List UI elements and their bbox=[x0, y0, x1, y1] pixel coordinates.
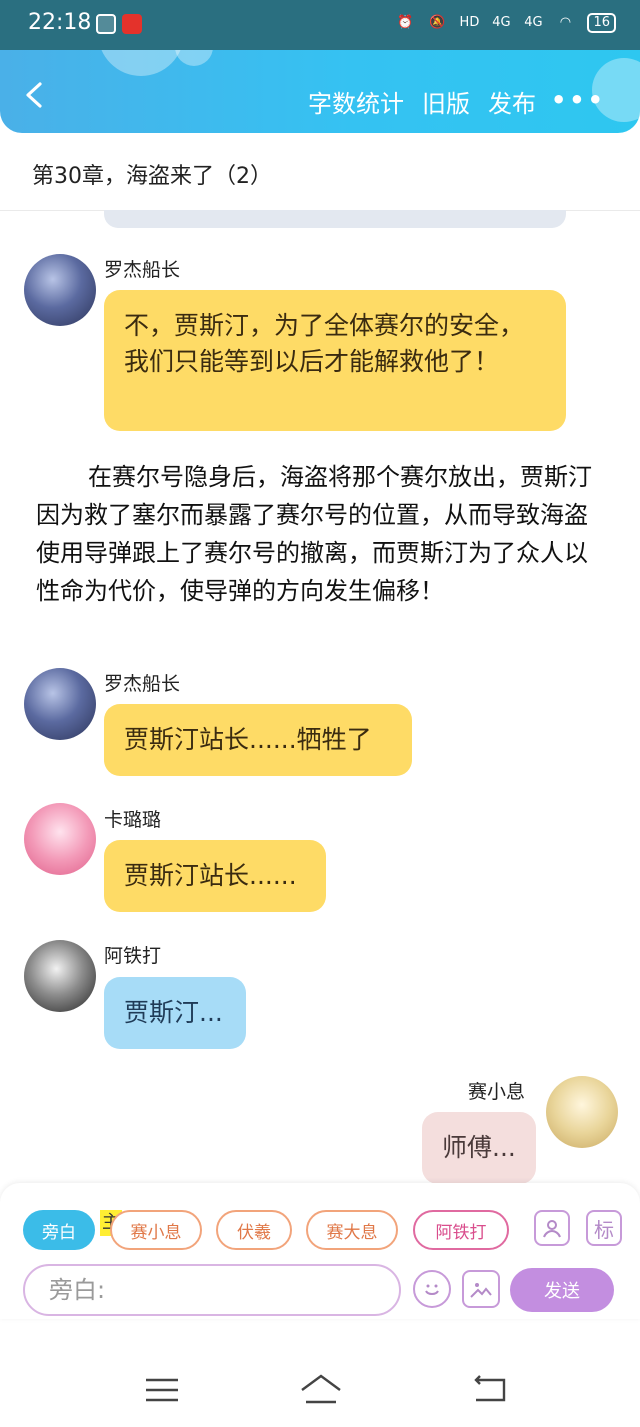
status-bar: 22:18 ⏰ 🔕 HD 4G 4G ◠ 16 bbox=[0, 0, 640, 50]
tag-button[interactable]: 标 bbox=[586, 1210, 622, 1246]
app-icon bbox=[96, 14, 116, 34]
speaker-name: 卡璐璐 bbox=[104, 809, 162, 831]
signal-label: 4G bbox=[492, 15, 511, 30]
smile-icon bbox=[425, 1284, 439, 1295]
role-chip[interactable]: 赛小息 bbox=[110, 1210, 202, 1250]
role-chip-narration[interactable]: 旁白 bbox=[23, 1210, 95, 1250]
mute-icon: 🔕 bbox=[429, 15, 446, 30]
person-icon bbox=[543, 1220, 561, 1238]
narration-text[interactable]: 在赛尔号隐身后，海盗将那个赛尔放出，贾斯汀因为救了塞尔而暴露了赛尔号的位置，从而… bbox=[36, 458, 606, 610]
avatar[interactable] bbox=[24, 940, 96, 1012]
contacts-icon[interactable] bbox=[534, 1210, 570, 1246]
battery-indicator: 16 bbox=[587, 13, 616, 33]
send-button[interactable]: 发送 bbox=[510, 1268, 614, 1312]
more-icon[interactable]: ••• bbox=[551, 86, 606, 114]
home-icon[interactable] bbox=[298, 1372, 344, 1408]
message-bubble[interactable]: 不，贾斯汀，为了全体赛尔的安全，我们只能等到以后才能解救他了！ bbox=[104, 290, 566, 431]
publish-button[interactable]: 发布 bbox=[488, 84, 536, 119]
avatar[interactable] bbox=[24, 668, 96, 740]
picture-icon bbox=[470, 1283, 492, 1298]
old-version-button[interactable]: 旧版 bbox=[422, 84, 470, 119]
previous-bubble-edge bbox=[104, 210, 566, 228]
status-time: 22:18 bbox=[28, 10, 92, 35]
speaker-name: 罗杰船长 bbox=[104, 259, 181, 281]
avatar[interactable] bbox=[24, 254, 96, 326]
wifi-icon: ◠ bbox=[559, 15, 572, 30]
hd-label: HD bbox=[459, 15, 480, 30]
message-bubble[interactable]: 师傅... bbox=[422, 1112, 536, 1184]
signal-label: 4G bbox=[524, 15, 543, 30]
app-icon bbox=[122, 14, 142, 34]
role-chip[interactable]: 赛大息 bbox=[306, 1210, 398, 1250]
speaker-name: 赛小息 bbox=[468, 1081, 526, 1103]
avatar[interactable] bbox=[546, 1076, 618, 1148]
avatar[interactable] bbox=[24, 803, 96, 875]
back-nav-icon[interactable] bbox=[470, 1372, 510, 1408]
emoji-icon[interactable] bbox=[413, 1270, 451, 1308]
message-bubble[interactable]: 贾斯汀站长...... bbox=[104, 840, 326, 912]
alarm-icon: ⏰ bbox=[397, 15, 414, 30]
chapter-title: 第30章，海盗来了（2） bbox=[32, 164, 272, 189]
image-icon[interactable] bbox=[462, 1270, 500, 1308]
word-count-button[interactable]: 字数统计 bbox=[308, 84, 404, 119]
speaker-name: 罗杰船长 bbox=[104, 673, 181, 695]
message-bubble[interactable]: 贾斯汀站长......牺牲了 bbox=[104, 704, 412, 776]
role-chip[interactable]: 伏羲 bbox=[216, 1210, 292, 1250]
message-input[interactable]: 旁白: bbox=[23, 1264, 401, 1316]
back-icon[interactable] bbox=[22, 82, 48, 108]
role-chip[interactable]: 阿铁打 bbox=[413, 1210, 509, 1250]
message-bubble[interactable]: 贾斯汀... bbox=[104, 977, 246, 1049]
menu-icon[interactable] bbox=[142, 1372, 182, 1408]
speaker-name: 阿铁打 bbox=[104, 945, 162, 967]
